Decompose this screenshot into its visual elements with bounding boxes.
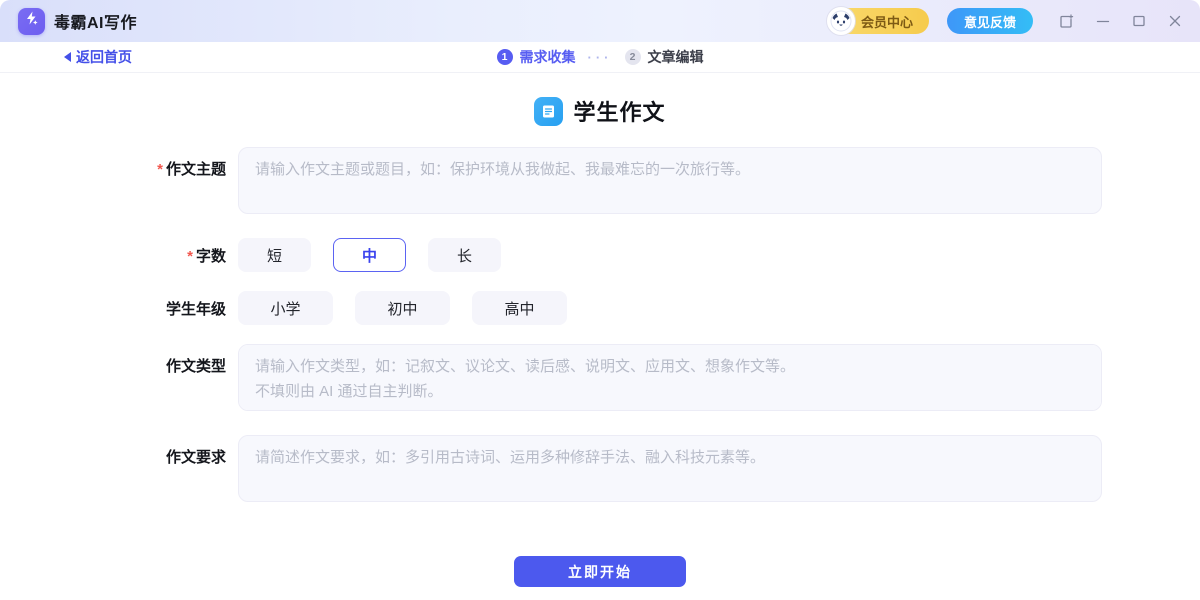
word-count-options: 短 中 长 bbox=[238, 238, 501, 272]
step-editing: 2 文章编辑 bbox=[625, 47, 704, 67]
feedback-button[interactable]: 意见反馈 bbox=[947, 8, 1033, 34]
back-home-label: 返回首页 bbox=[76, 47, 132, 67]
app-title: 毒霸AI写作 bbox=[54, 9, 137, 33]
app-window: 毒霸AI写作 会员中心 意见反馈 bbox=[0, 0, 1200, 600]
app-logo bbox=[18, 8, 45, 35]
essay-type-input[interactable] bbox=[238, 344, 1102, 411]
start-now-button[interactable]: 立即开始 bbox=[514, 556, 686, 587]
step-requirements: 1 需求收集 bbox=[497, 47, 576, 67]
step-2-number: 2 bbox=[625, 49, 641, 65]
step-1-number: 1 bbox=[497, 49, 513, 65]
grade-primary-button[interactable]: 小学 bbox=[238, 291, 333, 325]
field-label-requirements: 作文要求 bbox=[98, 435, 226, 507]
form-row-type: 作文类型 bbox=[98, 344, 1102, 416]
window-controls bbox=[1059, 14, 1182, 29]
member-center-button[interactable]: 会员中心 bbox=[831, 8, 929, 34]
page-title: 学生作文 bbox=[573, 95, 665, 127]
grade-options: 小学 初中 高中 bbox=[238, 291, 567, 325]
step-2-label: 文章编辑 bbox=[648, 47, 704, 67]
field-label-type: 作文类型 bbox=[98, 344, 226, 416]
page-header: 学生作文 bbox=[534, 95, 665, 127]
form-row-topic: *作文主题 bbox=[98, 147, 1102, 219]
essay-topic-input[interactable] bbox=[238, 147, 1102, 214]
essay-form: *作文主题 *字数 短 中 长 学生年级 bbox=[98, 147, 1102, 526]
mascot-face-icon bbox=[827, 7, 855, 35]
close-icon[interactable] bbox=[1168, 14, 1182, 28]
field-label-topic: *作文主题 bbox=[98, 147, 226, 219]
required-asterisk: * bbox=[187, 248, 193, 265]
minimize-icon[interactable] bbox=[1096, 14, 1110, 28]
grade-senior-button[interactable]: 高中 bbox=[472, 291, 567, 325]
new-window-icon[interactable] bbox=[1059, 14, 1074, 29]
grade-junior-button[interactable]: 初中 bbox=[355, 291, 450, 325]
step-1-label: 需求收集 bbox=[520, 47, 576, 67]
form-row-grade: 学生年级 小学 初中 高中 bbox=[98, 291, 1102, 325]
field-label-word-count: *字数 bbox=[98, 245, 226, 266]
nav-bar: 返回首页 1 需求收集 ··· 2 文章编辑 bbox=[0, 42, 1200, 73]
step-dots: ··· bbox=[588, 50, 613, 65]
word-count-medium-button[interactable]: 中 bbox=[333, 238, 406, 272]
field-label-grade: 学生年级 bbox=[98, 298, 226, 319]
form-row-requirements: 作文要求 bbox=[98, 435, 1102, 507]
word-count-short-button[interactable]: 短 bbox=[238, 238, 311, 272]
main-content: 学生作文 *作文主题 *字数 短 中 长 bbox=[0, 73, 1200, 600]
title-bar: 毒霸AI写作 会员中心 意见反馈 bbox=[0, 0, 1200, 42]
maximize-icon[interactable] bbox=[1132, 14, 1146, 28]
member-center-label: 会员中心 bbox=[861, 12, 913, 31]
left-arrow-icon bbox=[64, 52, 71, 62]
back-home-link[interactable]: 返回首页 bbox=[64, 47, 132, 67]
required-asterisk: * bbox=[157, 161, 163, 178]
essay-requirements-input[interactable] bbox=[238, 435, 1102, 502]
feedback-label: 意见反馈 bbox=[964, 12, 1016, 31]
form-row-word-count: *字数 短 中 长 bbox=[98, 238, 1102, 272]
lightning-bolt-icon bbox=[23, 10, 40, 32]
step-indicator: 1 需求收集 ··· 2 文章编辑 bbox=[497, 47, 704, 67]
word-count-long-button[interactable]: 长 bbox=[428, 238, 501, 272]
document-icon bbox=[534, 97, 563, 126]
